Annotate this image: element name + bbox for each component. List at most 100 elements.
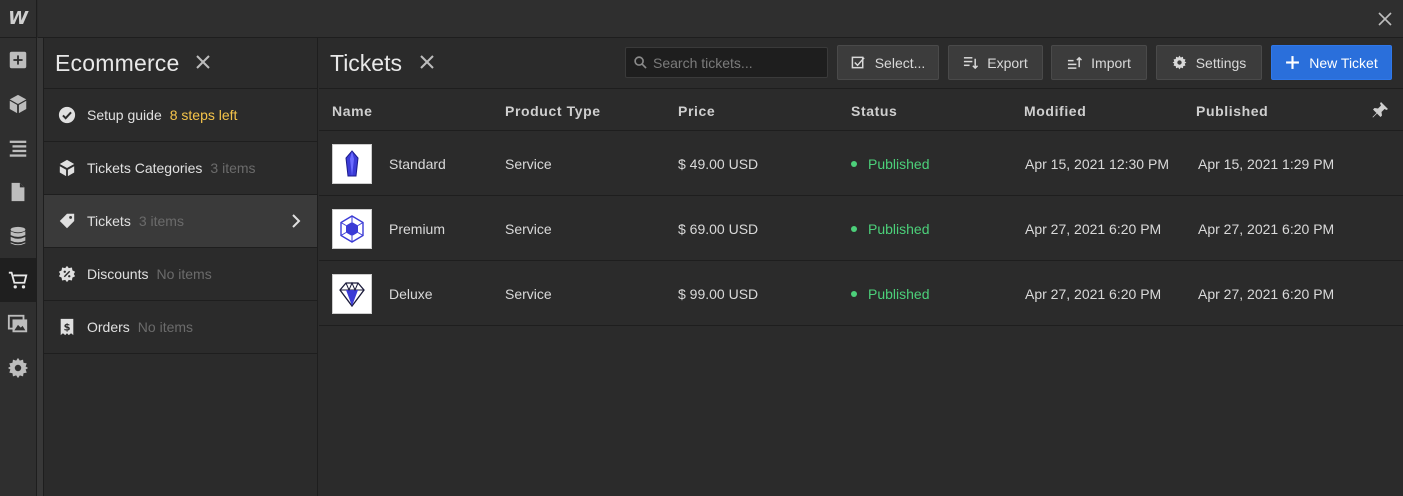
tickets-header: Tickets Select... Export Import Settings…	[319, 38, 1403, 89]
panel-title: Ecommerce	[55, 49, 180, 76]
select-button-label: Select...	[874, 54, 926, 71]
panel-item-count: No items	[137, 319, 194, 335]
cell-modified: Apr 15, 2021 12:30 PM	[1025, 156, 1169, 172]
panel-item-setup-guide[interactable]: Setup guide 8 steps left	[44, 89, 317, 142]
table-header: Name Product Type Price Status Modified …	[319, 89, 1403, 131]
status-badge: Published	[851, 221, 930, 237]
cell-name: Standard	[389, 156, 446, 172]
assets-panel-button[interactable]	[0, 302, 36, 346]
cell-name: Premium	[389, 221, 446, 237]
tag-icon	[57, 211, 77, 231]
import-button-label: Import	[1091, 54, 1131, 71]
ecommerce-panel-header: Ecommerce	[44, 38, 317, 89]
status-badge: Published	[851, 156, 930, 172]
panel-item-count: 3 items	[210, 160, 256, 176]
plus-square-icon	[9, 51, 27, 69]
status-dot	[851, 291, 857, 298]
settings-button[interactable]: Settings	[1156, 45, 1262, 80]
status-text: Published	[868, 286, 930, 302]
panel-item-tickets[interactable]: Tickets 3 items	[44, 195, 317, 248]
add-panel-button[interactable]	[0, 38, 36, 82]
cell-modified: Apr 27, 2021 6:20 PM	[1025, 286, 1162, 302]
column-header-price[interactable]: Price	[678, 103, 715, 119]
cell-published: Apr 15, 2021 1:29 PM	[1198, 156, 1335, 172]
pages-panel-button[interactable]	[0, 170, 36, 214]
select-button[interactable]: Select...	[837, 45, 939, 80]
check-circle-icon	[57, 105, 77, 125]
status-dot	[851, 226, 857, 233]
cell-modified: Apr 27, 2021 6:20 PM	[1025, 221, 1162, 237]
column-header-published[interactable]: Published	[1196, 103, 1268, 119]
crystal-icon	[332, 144, 372, 184]
cell-name: Deluxe	[389, 286, 433, 302]
panel-item-discounts[interactable]: Discounts No items	[44, 248, 317, 301]
close-panel-button[interactable]	[195, 55, 212, 71]
close-icon	[1378, 12, 1392, 26]
export-button-label: Export	[987, 54, 1028, 71]
chevron-right-icon	[291, 214, 303, 228]
column-header-status[interactable]: Status	[851, 103, 897, 119]
settings-panel-button[interactable]	[0, 346, 36, 390]
symbols-panel-button[interactable]	[0, 82, 36, 126]
import-button[interactable]: Import	[1051, 45, 1147, 80]
new-ticket-button-label: New Ticket	[1309, 54, 1378, 71]
assets-icon	[7, 314, 28, 333]
search-box[interactable]	[625, 47, 828, 78]
ecommerce-panel-button[interactable]	[0, 258, 36, 302]
cms-panel-button[interactable]	[0, 214, 36, 258]
status-text: Published	[868, 221, 930, 237]
webflow-logo-icon[interactable]: W	[0, 0, 36, 38]
gear-icon	[1172, 55, 1187, 70]
export-button[interactable]: Export	[948, 45, 1043, 80]
column-header-modified[interactable]: Modified	[1024, 103, 1086, 119]
panel-divider-strip	[37, 38, 44, 496]
new-ticket-button[interactable]: New Ticket	[1271, 45, 1392, 80]
close-icon	[420, 55, 434, 69]
settings-gear-icon	[7, 357, 29, 379]
close-editor-button[interactable]	[1375, 9, 1395, 29]
panel-item-label: Discounts	[87, 266, 149, 282]
page-title: Tickets	[330, 49, 402, 76]
panel-item-orders[interactable]: $ Orders No items	[44, 301, 317, 354]
discount-badge-icon	[57, 264, 77, 284]
table-row[interactable]: Premium Service $ 69.00 USD Published Ap…	[319, 196, 1403, 261]
panel-item-label: Tickets	[87, 213, 131, 229]
panel-item-label: Tickets Categories	[87, 160, 203, 176]
panel-item-count: 8 steps left	[169, 107, 238, 123]
cms-database-icon	[10, 226, 26, 246]
close-collection-button[interactable]	[420, 55, 436, 71]
cell-product-type: Service	[505, 221, 552, 237]
navigator-panel-button[interactable]	[0, 126, 36, 170]
settings-button-label: Settings	[1195, 54, 1247, 71]
panel-item-count: 3 items	[138, 213, 184, 229]
hexagon-gem-icon	[332, 209, 372, 249]
category-icon	[57, 158, 77, 178]
cell-product-type: Service	[505, 286, 552, 302]
status-dot	[851, 161, 857, 168]
column-header-product-type[interactable]: Product Type	[505, 103, 601, 119]
table-row[interactable]: Standard Service $ 49.00 USD Published A…	[319, 131, 1403, 196]
cell-published: Apr 27, 2021 6:20 PM	[1198, 286, 1335, 302]
svg-text:$: $	[64, 323, 71, 334]
cube-icon	[9, 94, 27, 114]
cell-product-type: Service	[505, 156, 552, 172]
search-input[interactable]	[653, 54, 823, 71]
pin-icon[interactable]	[1371, 101, 1389, 119]
column-header-name[interactable]: Name	[332, 103, 373, 119]
pages-icon	[11, 182, 25, 202]
top-bar	[38, 0, 1403, 38]
status-badge: Published	[851, 286, 930, 302]
cell-price: $ 69.00 USD	[678, 221, 759, 237]
receipt-icon: $	[57, 317, 77, 337]
table-row[interactable]: Deluxe Service $ 99.00 USD Published Apr…	[319, 261, 1403, 326]
panel-item-tickets-categories[interactable]: Tickets Categories 3 items	[44, 142, 317, 195]
cell-price: $ 49.00 USD	[678, 156, 759, 172]
checkbox-icon	[851, 56, 865, 69]
tickets-main-area: Tickets Select... Export Import Settings…	[319, 38, 1403, 496]
panel-item-count: No items	[156, 266, 212, 282]
panel-item-label: Setup guide	[87, 107, 162, 123]
panel-item-label: Orders	[87, 319, 130, 335]
left-icon-rail: W	[0, 0, 37, 496]
diamond-icon	[332, 274, 372, 314]
ecommerce-cart-icon	[8, 271, 28, 289]
